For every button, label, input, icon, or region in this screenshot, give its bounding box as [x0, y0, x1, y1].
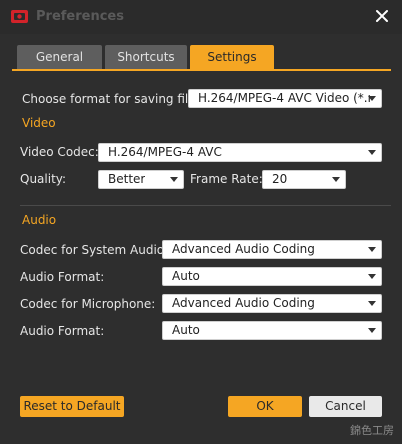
quality-label: Quality:: [20, 172, 67, 186]
tab-underline: [12, 69, 391, 71]
system-audio-codec-label: Codec for System Audio:: [20, 243, 169, 257]
window-title: Preferences: [36, 9, 124, 24]
caret-down-icon: [368, 247, 376, 252]
ok-button[interactable]: OK: [228, 396, 302, 417]
frame-rate-value: 20: [272, 172, 288, 186]
title-bar: Preferences: [0, 0, 402, 34]
audio-section-title: Audio: [22, 213, 57, 227]
section-divider: [20, 205, 391, 206]
close-icon[interactable]: [374, 8, 390, 24]
system-audio-codec-select[interactable]: Advanced Audio Coding: [162, 240, 382, 259]
microphone-codec-label: Codec for Microphone:: [20, 297, 156, 311]
caret-down-icon: [368, 301, 376, 306]
microphone-format-label: Audio Format:: [20, 324, 105, 338]
microphone-codec-select[interactable]: Advanced Audio Coding: [162, 294, 382, 313]
tab-general[interactable]: General: [17, 45, 102, 70]
caret-down-icon: [368, 328, 376, 333]
frame-rate-select[interactable]: 20: [262, 170, 346, 189]
system-audio-format-label: Audio Format:: [20, 270, 105, 284]
video-codec-label: Video Codec:: [20, 145, 99, 159]
reset-to-default-button[interactable]: Reset to Default: [20, 396, 124, 417]
frame-rate-label: Frame Rate:: [190, 172, 263, 186]
watermark-text: 錦色工房: [350, 424, 394, 437]
tab-settings[interactable]: Settings: [190, 45, 274, 70]
caret-down-icon: [368, 150, 376, 155]
system-audio-format-select[interactable]: Auto: [162, 267, 382, 286]
format-label: Choose format for saving file:: [22, 92, 200, 106]
quality-select[interactable]: Better: [98, 170, 184, 189]
format-select[interactable]: H.264/MPEG-4 AVC Video (*.m: [188, 89, 382, 108]
app-record-icon: [11, 10, 28, 23]
system-audio-codec-value: Advanced Audio Coding: [172, 242, 315, 256]
caret-down-icon: [170, 177, 178, 182]
video-codec-select[interactable]: H.264/MPEG-4 AVC: [98, 143, 382, 162]
caret-down-icon: [368, 274, 376, 279]
quality-value: Better: [108, 172, 146, 186]
microphone-format-select[interactable]: Auto: [162, 321, 382, 340]
tab-shortcuts[interactable]: Shortcuts: [105, 45, 187, 70]
system-audio-format-value: Auto: [172, 269, 200, 283]
video-section-title: Video: [22, 116, 56, 130]
cancel-button[interactable]: Cancel: [309, 396, 382, 417]
caret-down-icon: [332, 177, 340, 182]
caret-down-icon: [368, 96, 376, 101]
format-value: H.264/MPEG-4 AVC Video (*.m: [198, 91, 370, 105]
microphone-format-value: Auto: [172, 323, 200, 337]
microphone-codec-value: Advanced Audio Coding: [172, 296, 315, 310]
video-codec-value: H.264/MPEG-4 AVC: [108, 145, 222, 159]
